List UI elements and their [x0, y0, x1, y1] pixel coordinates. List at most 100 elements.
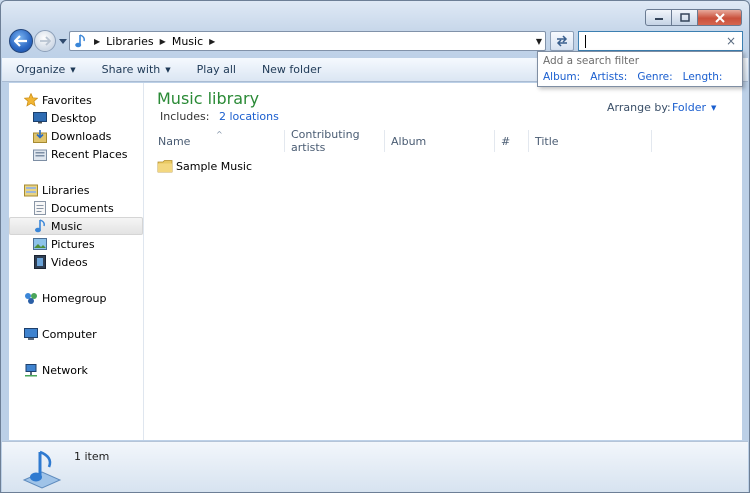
filter-genre[interactable]: Genre:	[637, 71, 672, 83]
arrange-by-label: Arrange by:	[607, 101, 671, 114]
pictures-icon	[32, 236, 48, 252]
clear-search-icon[interactable]: ×	[726, 34, 736, 48]
minimize-button[interactable]	[645, 9, 672, 26]
chevron-down-icon	[59, 38, 67, 44]
music-note-icon	[32, 218, 48, 234]
sidebar-item-label: Music	[51, 219, 83, 233]
search-filter-dropdown: Add a search filter Album: Artists: Genr…	[537, 51, 743, 87]
filter-album[interactable]: Album:	[543, 71, 580, 83]
details-pane: 1 item	[2, 441, 748, 492]
sidebar-item-computer[interactable]: Computer	[23, 325, 97, 343]
arrange-by-value: Folder	[672, 101, 706, 114]
navigation-bar: ▶ Libraries ▶ Music ▶ ▼ ×	[9, 29, 743, 53]
sidebar-item-desktop[interactable]: Desktop	[32, 109, 96, 127]
address-history-dropdown[interactable]: ▼	[536, 37, 542, 46]
close-button[interactable]	[698, 9, 742, 26]
locations-link[interactable]: 2 locations	[219, 110, 279, 123]
play-all-label: Play all	[196, 63, 236, 76]
back-arrow-icon	[14, 35, 27, 47]
library-title: Music library	[157, 89, 260, 108]
network-icon	[23, 362, 39, 378]
item-count: 1 item	[74, 450, 110, 463]
breadcrumb-libraries[interactable]: Libraries	[102, 35, 158, 48]
text-caret	[585, 34, 586, 48]
sidebar-item-label: Desktop	[51, 111, 97, 125]
column-header-contributing-artists[interactable]: Contributing artists	[285, 128, 385, 154]
folder-icon	[157, 160, 173, 173]
arrange-by-dropdown[interactable]: Folder ▼	[672, 101, 716, 114]
sidebar-item-label: Homegroup	[42, 291, 107, 305]
sidebar-item-videos[interactable]: Videos	[32, 253, 88, 271]
explorer-window: ▶ Libraries ▶ Music ▶ ▼ × Add a search f…	[0, 0, 750, 493]
computer-icon	[23, 326, 39, 342]
sidebar-item-favorites[interactable]: Favorites	[23, 91, 92, 109]
forward-arrow-icon	[40, 36, 51, 46]
recent-pages-button[interactable]	[58, 36, 68, 46]
sidebar-item-homegroup[interactable]: Homegroup	[23, 289, 106, 307]
share-with-button[interactable]: Share with ▼	[102, 63, 171, 76]
sidebar-item-libraries[interactable]: Libraries	[23, 181, 90, 199]
chevron-down-icon: ▼	[70, 65, 76, 74]
new-folder-button[interactable]: New folder	[262, 63, 321, 76]
breadcrumb-separator[interactable]: ▶	[160, 37, 166, 46]
sidebar-item-label: Documents	[51, 201, 114, 215]
sidebar-item-pictures[interactable]: Pictures	[32, 235, 95, 253]
close-icon	[714, 12, 725, 23]
filter-length[interactable]: Length:	[683, 71, 723, 83]
organize-label: Organize	[16, 63, 66, 76]
new-folder-label: New folder	[261, 63, 322, 76]
sidebar-item-label: Recent Places	[51, 147, 128, 161]
breadcrumb-separator[interactable]: ▶	[209, 37, 215, 46]
chevron-down-icon: ▼	[165, 65, 171, 74]
column-header-name[interactable]: Name	[152, 130, 285, 152]
refresh-button[interactable]	[550, 31, 574, 51]
search-filter-hint: Add a search filter	[543, 55, 640, 67]
minimize-icon	[654, 17, 663, 20]
refresh-icon	[556, 35, 568, 47]
share-with-label: Share with	[101, 63, 161, 76]
maximize-icon	[679, 13, 690, 22]
back-button[interactable]	[9, 29, 33, 53]
maximize-button[interactable]	[672, 9, 698, 26]
sidebar-item-label: Libraries	[42, 183, 90, 197]
sidebar-item-music[interactable]: Music	[9, 217, 143, 235]
sidebar-item-label: Network	[42, 363, 88, 377]
forward-button[interactable]	[34, 30, 56, 52]
includes-label: Includes:	[160, 110, 210, 123]
column-header-title[interactable]: Title	[529, 130, 652, 152]
sidebar-item-label: Pictures	[51, 237, 95, 251]
column-header-album[interactable]: Album	[385, 130, 495, 152]
sidebar-item-label: Computer	[42, 327, 97, 341]
breadcrumb-separator[interactable]: ▶	[94, 37, 100, 46]
caption-buttons	[645, 9, 742, 26]
videos-icon	[32, 254, 48, 270]
search-filter-list: Album: Artists: Genre: Length:	[543, 71, 737, 83]
sidebar-item-label: Favorites	[42, 93, 92, 107]
play-all-button[interactable]: Play all	[197, 63, 236, 76]
file-name: Sample Music	[176, 159, 253, 173]
chevron-down-icon: ▼	[711, 103, 717, 112]
sidebar-item-network[interactable]: Network	[23, 361, 88, 379]
libraries-icon	[23, 182, 39, 198]
downloads-icon	[32, 128, 48, 144]
sidebar-item-downloads[interactable]: Downloads	[32, 127, 111, 145]
column-header-track-number[interactable]: #	[495, 130, 529, 152]
breadcrumb-music[interactable]: Music	[168, 35, 207, 48]
star-icon	[23, 92, 39, 108]
music-note-icon	[75, 34, 85, 48]
documents-icon	[32, 200, 48, 216]
address-bar[interactable]: ▶ Libraries ▶ Music ▶ ▼	[69, 31, 546, 51]
desktop-icon	[32, 110, 48, 126]
recent-places-icon	[32, 146, 48, 162]
music-library-icon	[22, 450, 62, 489]
search-input[interactable]: ×	[578, 31, 743, 51]
sidebar-item-recent-places[interactable]: Recent Places	[32, 145, 128, 163]
navigation-pane: Favorites Desktop Downloads Recent Place…	[9, 83, 144, 440]
file-row-sample-music[interactable]: Sample Music	[157, 157, 252, 175]
organize-button[interactable]: Organize ▼	[16, 63, 76, 76]
file-list-pane: Music library Includes: 2 locations Arra…	[144, 83, 742, 440]
sidebar-item-label: Videos	[51, 255, 88, 269]
sidebar-item-documents[interactable]: Documents	[32, 199, 114, 217]
homegroup-icon	[23, 290, 39, 306]
filter-artists[interactable]: Artists:	[590, 71, 627, 83]
